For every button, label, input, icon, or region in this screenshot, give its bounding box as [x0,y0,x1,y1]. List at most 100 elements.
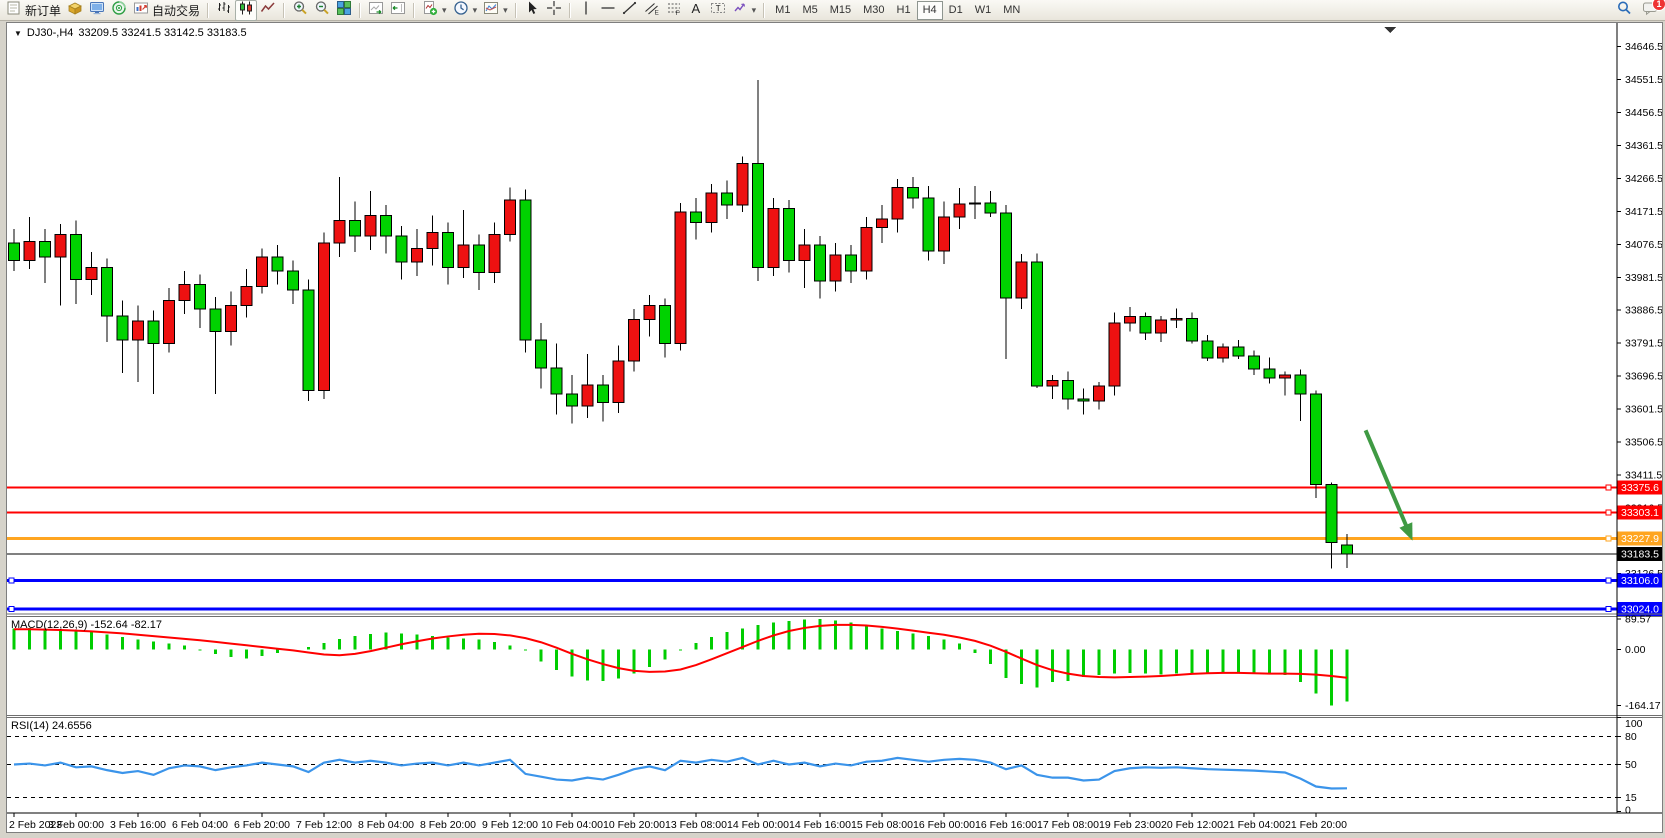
vline-icon [578,0,594,21]
toolbar: 新订单 自动交易 ▾ ▾ ▾ EFAT ▾ M1M5M15M30H1H4D1W1MN 1 [0,0,1665,21]
svg-text:15: 15 [1625,792,1637,804]
zoom-out-icon [314,0,330,21]
chartshift-icon [390,0,406,21]
line-chart-mode-button[interactable] [257,0,279,21]
tf-w1-button[interactable]: W1 [969,1,998,20]
svg-text:13 Feb 08:00: 13 Feb 08:00 [665,819,727,831]
macd-pane[interactable] [13,619,1349,705]
gold-ingot-icon-button[interactable] [64,0,86,21]
svg-text:34551.5: 34551.5 [1625,74,1662,86]
svg-text:10 Feb 20:00: 10 Feb 20:00 [603,819,665,831]
label-tool-button[interactable]: T [707,0,729,21]
svg-text:20 Feb 12:00: 20 Feb 12:00 [1161,819,1223,831]
text-tool-button[interactable]: A [685,0,707,21]
zoom-in-button[interactable] [289,0,311,21]
candles-icon [238,0,254,21]
horizontal-price-lines[interactable]: 33375.633303.133227.933183.533106.033024… [7,480,1662,616]
rsi-axis[interactable]: 1008050150 [1617,718,1643,817]
channel-icon: E [644,0,660,21]
indicators-icon [422,0,438,21]
crosshair-icon [546,0,562,21]
fibonacci-tool-button[interactable]: F [663,0,685,21]
time-axis[interactable]: 2 Feb 20233 Feb 00:003 Feb 16:006 Feb 04… [7,813,1662,831]
tf-m30-button[interactable]: M30 [857,1,890,20]
svg-text:34171.5: 34171.5 [1625,206,1662,218]
svg-text:89.57: 89.57 [1625,614,1651,626]
line-icon [260,0,276,21]
templates-button[interactable]: ▾ [480,0,511,21]
indicators-button[interactable]: ▾ [419,0,450,21]
tf-d1-button[interactable]: D1 [943,1,969,20]
svg-text:21 Feb 20:00: 21 Feb 20:00 [1285,819,1347,831]
pane-separator-2[interactable] [7,716,1662,718]
svg-text:33886.5: 33886.5 [1625,305,1662,317]
svg-text:34361.5: 34361.5 [1625,140,1662,152]
svg-text:0.00: 0.00 [1625,644,1646,656]
arrows-tool-button[interactable]: ▾ [729,0,760,21]
tf-h1-button[interactable]: H1 [891,1,917,20]
zoom-out-button[interactable] [311,0,333,21]
svg-text:33411.5: 33411.5 [1625,469,1662,481]
svg-text:34646.5: 34646.5 [1625,41,1662,53]
chart-canvas[interactable]: 34646.534551.534456.534361.534266.534171… [7,23,1662,832]
vertical-line-tool-button[interactable] [575,0,597,21]
label-icon: T [710,0,726,21]
price-axis[interactable]: 34646.534551.534456.534361.534266.534171… [1617,41,1662,613]
market-radar-button[interactable] [108,0,130,21]
svg-text:33981.5: 33981.5 [1625,272,1662,284]
chart-shift-button[interactable] [387,0,409,21]
toolbar-separator [515,3,517,18]
toolbar-separator [763,3,765,18]
tf-m15-button[interactable]: M15 [824,1,857,20]
search-button[interactable] [1613,0,1635,21]
bar-chart-mode-button[interactable] [213,0,235,21]
zoom-in-icon [292,0,308,21]
svg-text:21 Feb 04:00: 21 Feb 04:00 [1223,819,1285,831]
cursor-tool-button[interactable] [521,0,543,21]
svg-text:33791.5: 33791.5 [1625,338,1662,350]
rsi-pane[interactable] [7,736,1617,797]
tf-mn-button[interactable]: MN [997,1,1026,20]
crosshair-tool-button[interactable] [543,0,565,21]
pane-separator-1[interactable] [7,614,1662,617]
toolbar-separator [359,3,361,18]
auto-trading-button[interactable]: 自动交易 [130,0,203,21]
channel-tool-button[interactable]: E [641,0,663,21]
periods-button[interactable]: ▾ [450,0,481,21]
svg-text:100: 100 [1625,718,1643,730]
svg-text:15 Feb 08:00: 15 Feb 08:00 [851,819,913,831]
macd-axis[interactable]: 89.570.00-164.17 [1617,614,1661,712]
tf-m1-button[interactable]: M1 [769,1,796,20]
autotrade-icon [133,0,149,21]
svg-text:14 Feb 16:00: 14 Feb 16:00 [789,819,851,831]
chevron-down-icon: ▾ [473,5,478,16]
tf-m5-button[interactable]: M5 [796,1,823,20]
notifications-button[interactable]: 1 [1639,0,1661,21]
toolbar-separator [207,3,209,18]
chevron-down-icon: ▾ [503,5,508,16]
svg-text:7 Feb 12:00: 7 Feb 12:00 [296,819,352,831]
svg-text:3 Feb 00:00: 3 Feb 00:00 [48,819,104,831]
notification-badge: 1 [1652,0,1665,11]
trend-arrow-annotation[interactable] [1366,430,1413,540]
tile-windows-button[interactable] [333,0,355,21]
new-order-button[interactable]: 新订单 [3,0,64,21]
horizontal-line-tool-button[interactable] [597,0,619,21]
svg-text:10 Feb 04:00: 10 Feb 04:00 [541,819,603,831]
chevron-down-icon: ▾ [752,5,757,16]
autoscroll-icon [368,0,384,21]
terminal-button[interactable] [86,0,108,21]
svg-text:33506.5: 33506.5 [1625,436,1662,448]
trendline-tool-button[interactable] [619,0,641,21]
chart-window: 34646.534551.534456.534361.534266.534171… [6,22,1663,833]
svg-text:8 Feb 20:00: 8 Feb 20:00 [420,819,476,831]
svg-text:80: 80 [1625,731,1637,743]
tf-h4-button[interactable]: H4 [917,1,943,20]
auto-scroll-button[interactable] [365,0,387,21]
svg-text:16 Feb 00:00: 16 Feb 00:00 [913,819,975,831]
svg-text:0: 0 [1625,805,1631,817]
candlestick-mode-button[interactable] [235,0,257,21]
tiles-icon [336,0,352,21]
svg-text:33106.0: 33106.0 [1621,575,1659,587]
radar-icon [111,0,127,21]
